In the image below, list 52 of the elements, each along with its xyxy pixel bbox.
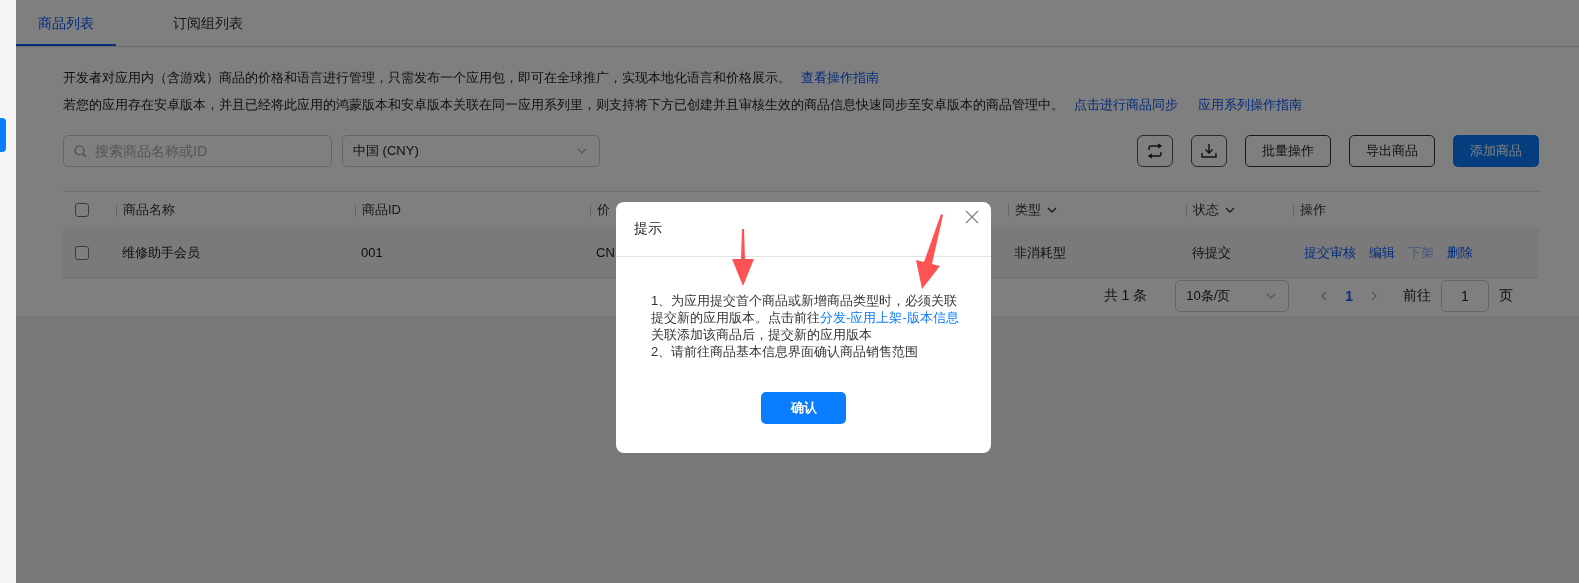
page-size-select[interactable]: 10条/页 — [1175, 280, 1290, 312]
filter-icon[interactable] — [1047, 207, 1057, 213]
column-header: 商品名称 — [123, 201, 175, 219]
guide-link[interactable]: 查看操作指南 — [801, 70, 879, 85]
table-cell: 非消耗型 — [1014, 244, 1066, 260]
download-button[interactable] — [1191, 135, 1227, 167]
checkbox[interactable] — [75, 245, 89, 260]
page-number[interactable]: 1 — [1345, 288, 1353, 304]
table-cell: CN — [596, 245, 615, 260]
tab[interactable]: 订阅组列表 — [158, 0, 258, 46]
annotation-arrow — [731, 229, 755, 287]
filter-icon[interactable] — [1225, 207, 1235, 213]
column-header: 状态 — [1193, 201, 1219, 219]
total-count: 共 1 条 — [1103, 287, 1148, 305]
row-action-link[interactable]: 删除 — [1447, 243, 1473, 262]
page-input[interactable]: 1 — [1441, 280, 1489, 312]
row-action-link[interactable]: 提交审核 — [1304, 243, 1356, 262]
guide-link[interactable]: 应用系列操作指南 — [1198, 97, 1302, 112]
chevron-down-icon — [1266, 293, 1277, 299]
checkbox[interactable] — [75, 203, 89, 217]
notice-text: 开发者对应用内（含游戏）商品的价格和语言进行管理，只需发布一个应用包，即可在全球推广，实现本地化语言和价格展示。 查看操作指南 — [63, 69, 880, 87]
column-header: 操作 — [1300, 201, 1326, 219]
chevron-down-icon — [577, 148, 587, 154]
add-button[interactable]: 添加商品 — [1453, 135, 1539, 167]
dialog-text: 1、为应用提交首个商品或新增商品类型时，必须关联提交新的应用版本。点击前往分发-应用上架-版本信息 关联添加该商品后，提交新的应用版本 — [651, 292, 960, 343]
column-header: 类型 — [1015, 201, 1041, 219]
previous-page-icon[interactable] — [1321, 291, 1328, 301]
action-button[interactable]: 导出商品 — [1349, 135, 1435, 167]
refresh-icon — [1146, 143, 1164, 159]
column-header: 商品ID — [362, 201, 401, 219]
sidebar-tab-marker[interactable] — [0, 118, 6, 152]
dialog-title: 提示 — [634, 220, 662, 238]
next-page-icon — [1371, 291, 1377, 301]
version-info-link[interactable]: 分发-应用上架-版本信息 — [820, 310, 959, 325]
search-icon — [74, 144, 87, 158]
dialog-text: 2、请前往商品基本信息界面确认商品销售范围 — [651, 343, 920, 360]
table-cell: 维修助手会员 — [122, 244, 200, 260]
confirm-button[interactable]: 确认 — [761, 392, 846, 424]
close-icon[interactable] — [965, 210, 979, 224]
region-select[interactable]: 中国 (CNY) — [342, 135, 600, 167]
refresh-button[interactable] — [1137, 135, 1173, 167]
download-icon — [1201, 143, 1217, 159]
table-cell: 待提交 — [1192, 244, 1231, 260]
goto-label: 前往 — [1403, 287, 1431, 305]
page-suffix: 页 — [1499, 287, 1513, 305]
column-header: 价 — [597, 201, 610, 219]
table-cell: 001 — [361, 245, 383, 260]
notice-text: 若您的应用存在安卓版本，并且已经将此应用的鸿蒙版本和安卓版本关联在同一应用系列里，则支持将下方已创建并且审核生效的商品信息快速同步至安卓版本的商品管理中。 点击进行商品同步 应用系列操作指南 — [63, 96, 1303, 114]
tab[interactable]: 商品列表 — [16, 0, 116, 46]
guide-link[interactable]: 点击进行商品同步 — [1074, 97, 1178, 112]
row-action-link[interactable]: 编辑 — [1369, 243, 1395, 262]
action-button[interactable]: 批量操作 — [1245, 135, 1331, 167]
